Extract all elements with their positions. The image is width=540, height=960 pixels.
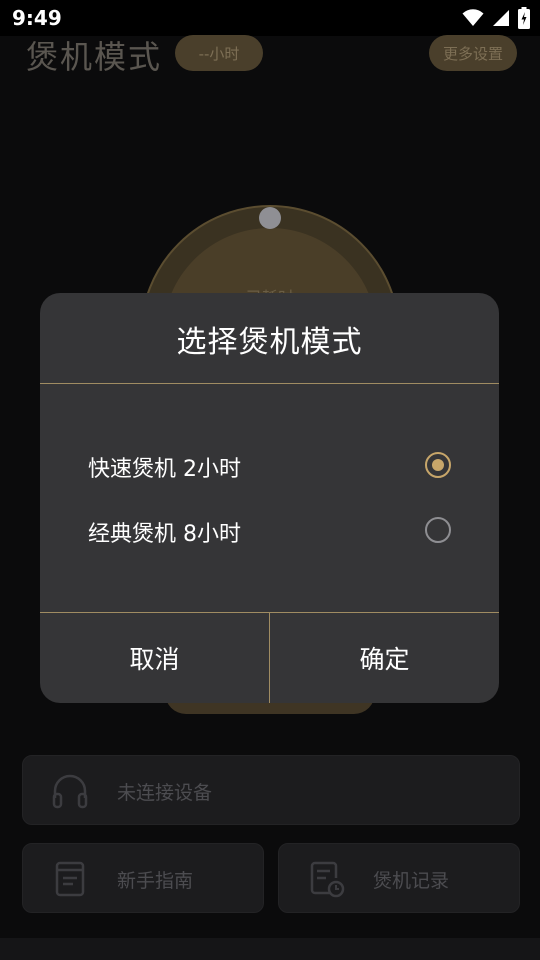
option-classic-burn[interactable]: 经典煲机 8小时: [40, 503, 499, 559]
confirm-button[interactable]: 确定: [270, 613, 499, 703]
option-fast-burn[interactable]: 快速煲机 2小时: [40, 438, 499, 494]
cancel-button[interactable]: 取消: [40, 613, 269, 703]
option-label: 快速煲机 2小时: [88, 457, 241, 482]
mode-select-dialog: 选择煲机模式 快速煲机 2小时 经典煲机 8小时 取消 确定: [40, 293, 499, 703]
dialog-divider-top: [40, 383, 499, 384]
radio-unselected[interactable]: [425, 517, 451, 543]
radio-selected[interactable]: [425, 452, 451, 478]
option-label: 经典煲机 8小时: [88, 522, 241, 547]
dialog-title: 选择煲机模式: [176, 325, 363, 360]
